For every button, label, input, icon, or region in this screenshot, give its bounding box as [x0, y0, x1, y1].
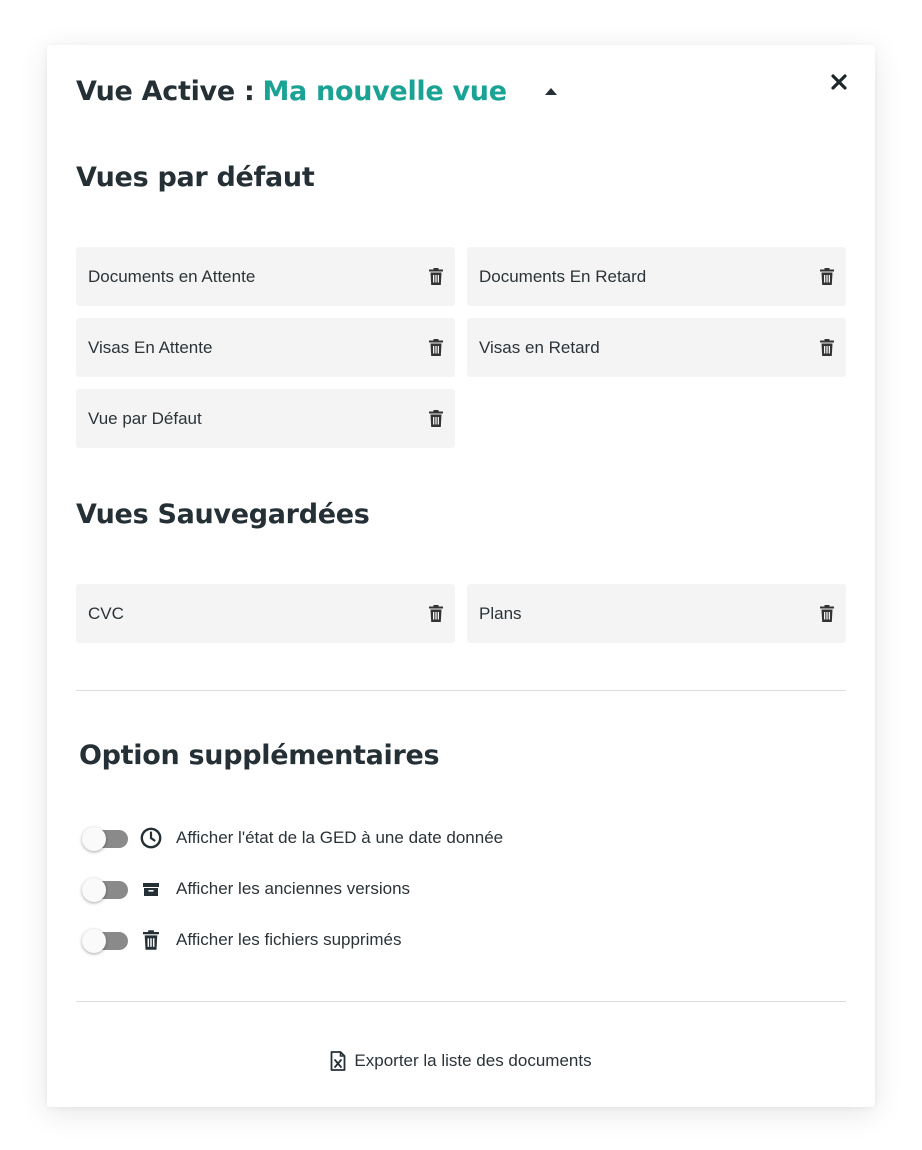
trash-icon[interactable]: [820, 605, 834, 622]
trash-icon[interactable]: [429, 605, 443, 622]
trash-icon[interactable]: [429, 268, 443, 285]
toggle-knob: [82, 929, 106, 953]
saved-views-title: Vues Sauvegardées: [76, 499, 370, 530]
saved-views-grid: CVC Plans: [76, 584, 846, 643]
footer-divider: [76, 1001, 846, 1002]
option-old-versions: Afficher les anciennes versions: [82, 874, 410, 904]
default-views-grid: Documents en Attente Documents En Retard…: [76, 247, 846, 448]
clock-icon: [140, 827, 162, 849]
toggle-switch[interactable]: [82, 878, 128, 902]
export-label: Exporter la liste des documents: [354, 1051, 592, 1070]
view-item-documents-en-retard[interactable]: Documents En Retard: [467, 247, 846, 306]
options-title: Option supplémentaires: [79, 740, 440, 771]
view-item-label: CVC: [88, 603, 124, 623]
option-label: Afficher les anciennes versions: [176, 879, 411, 898]
option-deleted-files: Afficher les fichiers supprimés: [82, 925, 402, 955]
view-item-label: Visas en Retard: [479, 337, 600, 357]
trash-icon: [140, 929, 162, 951]
caret-up-icon[interactable]: [544, 87, 557, 95]
view-item-label: Vue par Défaut: [88, 408, 202, 428]
view-item-vue-par-defaut[interactable]: Vue par Défaut: [76, 389, 455, 448]
active-view-prefix: Vue Active :: [76, 75, 255, 107]
toggle-switch[interactable]: [82, 827, 128, 851]
view-item-visas-en-retard[interactable]: Visas en Retard: [467, 318, 846, 377]
view-item-label: Documents en Attente: [88, 266, 256, 286]
trash-icon[interactable]: [820, 268, 834, 285]
option-label: Afficher les fichiers supprimés: [176, 930, 402, 949]
trash-icon[interactable]: [820, 339, 834, 356]
view-item-visas-en-attente[interactable]: Visas En Attente: [76, 318, 455, 377]
option-ged-date: Afficher l'état de la GED à une date don…: [82, 823, 503, 853]
toggle-knob: [82, 878, 106, 902]
trash-icon[interactable]: [429, 410, 443, 427]
export-documents-button[interactable]: Exporter la liste des documents: [47, 1051, 875, 1071]
view-item-plans[interactable]: Plans: [467, 584, 846, 643]
toggle-knob: [82, 827, 106, 851]
view-item-label: Documents En Retard: [479, 266, 647, 286]
default-views-title: Vues par défaut: [76, 162, 315, 193]
option-label: Afficher l'état de la GED à une date don…: [176, 828, 504, 847]
view-item-documents-en-attente[interactable]: Documents en Attente: [76, 247, 455, 306]
views-panel: Vue Active : Ma nouvelle vue Vues par dé…: [47, 45, 875, 1107]
file-excel-icon: [331, 1051, 346, 1071]
active-view-name[interactable]: Ma nouvelle vue: [262, 76, 507, 107]
active-view-header: Vue Active : Ma nouvelle vue: [76, 73, 557, 109]
section-divider: [76, 690, 846, 691]
trash-icon[interactable]: [429, 339, 443, 356]
archive-icon: [140, 878, 162, 900]
view-item-cvc[interactable]: CVC: [76, 584, 455, 643]
view-item-label: Plans: [479, 603, 522, 623]
toggle-switch[interactable]: [82, 929, 128, 953]
view-item-label: Visas En Attente: [88, 337, 213, 357]
close-icon[interactable]: [828, 71, 850, 93]
